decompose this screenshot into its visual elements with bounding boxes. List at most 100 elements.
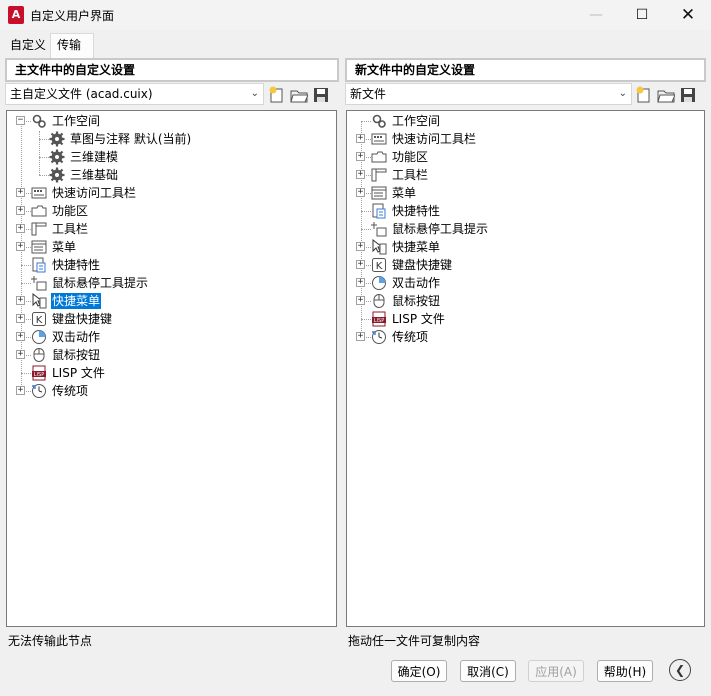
tree-node-workspace[interactable]: 工作空间 — [371, 112, 441, 130]
tree-node-quick-access-toolbar[interactable]: 快速访问工具栏 — [371, 130, 477, 148]
expand-toggle-icon[interactable]: + — [356, 152, 365, 161]
tree-node-gear[interactable]: 三维建模 — [49, 148, 119, 166]
expand-toggle-icon[interactable]: + — [16, 350, 25, 359]
tree-node-lisp-file[interactable]: LISP LISP 文件 — [371, 310, 446, 328]
toolbar-icon — [371, 167, 387, 183]
tree-node-keyboard-shortcut[interactable]: K 键盘快捷键 — [31, 310, 113, 328]
tree-node-label: 传统项 — [392, 330, 429, 344]
tree-node-label: 快速访问工具栏 — [392, 132, 477, 146]
tree-node-label: 快速访问工具栏 — [52, 186, 137, 200]
main-file-select[interactable]: 主自定义文件 (acad.cuix) ⌄ — [5, 83, 264, 105]
new-file-button[interactable] — [634, 85, 654, 105]
workspace-icon — [371, 113, 387, 129]
tree-node-lisp-file[interactable]: LISP LISP 文件 — [31, 364, 106, 382]
open-file-button[interactable] — [289, 85, 309, 105]
save-file-button[interactable] — [311, 85, 331, 105]
expand-toggle-icon[interactable]: + — [16, 332, 25, 341]
expand-toggle-icon[interactable]: + — [356, 332, 365, 341]
tree-node-menu[interactable]: 菜单 — [371, 184, 417, 202]
tree-node-legacy[interactable]: 传统项 — [31, 382, 89, 400]
save-file-button[interactable] — [678, 85, 698, 105]
new-file-tree[interactable]: 工作空间快速访问工具栏 + 功能区 + 工具栏 + 菜单 + 快捷特性鼠标悬停工具提示 快捷菜单 +… — [346, 110, 705, 627]
tab-customize[interactable]: 自定义 — [6, 33, 50, 57]
tree-node-gear[interactable]: 草图与注释 默认(当前) — [49, 130, 192, 148]
close-button[interactable]: ✕ — [665, 0, 711, 30]
tree-node-menu[interactable]: 菜单 — [31, 238, 77, 256]
tree-node-double-click[interactable]: 双击动作 — [31, 328, 101, 346]
expand-toggle-icon[interactable]: + — [356, 278, 365, 287]
expand-toggle-icon[interactable]: + — [356, 260, 365, 269]
expand-toggle-icon[interactable]: + — [356, 188, 365, 197]
tree-node-gear[interactable]: 三维基础 — [49, 166, 119, 184]
tree-node-label: 菜单 — [52, 240, 77, 254]
expand-toggle-icon[interactable]: + — [16, 188, 25, 197]
gear-icon — [49, 167, 65, 183]
tree-node-quick-properties[interactable]: 快捷特性 — [31, 256, 101, 274]
tree-node-toolbar[interactable]: 工具栏 — [31, 220, 89, 238]
new-file-button[interactable] — [267, 85, 287, 105]
rollover-tooltip-icon — [31, 275, 47, 291]
cancel-button[interactable]: 取消(C) — [460, 660, 516, 682]
expand-toggle-icon[interactable]: + — [356, 242, 365, 251]
collapse-toggle-icon[interactable]: − — [16, 116, 25, 125]
tree-connector — [39, 157, 49, 158]
main-file-header: 主文件中的自定义设置 — [5, 58, 339, 82]
svg-text:K: K — [36, 315, 43, 326]
tree-connector — [361, 121, 371, 122]
tree-node-mouse-button[interactable]: 鼠标按钮 — [371, 292, 441, 310]
chevron-down-icon: ⌄ — [250, 88, 259, 99]
shortcut-menu-icon — [31, 293, 47, 309]
tree-node-ribbon[interactable]: 功能区 — [31, 202, 89, 220]
tree-connector — [361, 211, 371, 212]
title-bar: A 自定义用户界面 — ☐ ✕ — [0, 0, 711, 30]
window-title: 自定义用户界面 — [30, 9, 115, 23]
tree-connector — [39, 175, 49, 176]
svg-text:K: K — [376, 261, 383, 272]
new-file-select[interactable]: 新文件 ⌄ — [345, 83, 632, 105]
minimize-button[interactable]: — — [573, 0, 619, 30]
tree-node-rollover-tooltip[interactable]: 鼠标悬停工具提示 — [371, 220, 489, 238]
expand-toggle-icon[interactable]: + — [356, 170, 365, 179]
expand-toggle-icon[interactable]: + — [356, 134, 365, 143]
apply-button[interactable]: 应用(A) — [528, 660, 584, 682]
expand-toggle-icon[interactable]: + — [16, 296, 25, 305]
expand-toggle-icon[interactable]: + — [16, 386, 25, 395]
tree-node-label: 菜单 — [392, 186, 417, 200]
tree-node-ribbon[interactable]: 功能区 — [371, 148, 429, 166]
legacy-icon — [31, 383, 47, 399]
rollover-tooltip-icon — [371, 221, 387, 237]
tree-node-label: 鼠标悬停工具提示 — [52, 276, 149, 290]
tab-transfer[interactable]: 传输 — [50, 33, 94, 58]
tree-node-shortcut-menu[interactable]: 快捷菜单 — [31, 292, 102, 310]
tree-node-quick-access-toolbar[interactable]: 快速访问工具栏 — [31, 184, 137, 202]
tree-node-double-click[interactable]: 双击动作 — [371, 274, 441, 292]
tree-node-label: 工作空间 — [52, 114, 101, 128]
ok-button[interactable]: 确定(O) — [391, 660, 447, 682]
maximize-button[interactable]: ☐ — [619, 0, 665, 30]
tree-node-toolbar[interactable]: 工具栏 — [371, 166, 429, 184]
tree-node-legacy[interactable]: 传统项 — [371, 328, 429, 346]
tree-node-shortcut-menu[interactable]: 快捷菜单 — [371, 238, 441, 256]
expand-toggle-icon[interactable]: + — [356, 296, 365, 305]
main-file-tree[interactable]: 工作空间 − 草图与注释 默认(当前) 三维建模 三维基础快速访问工具栏 + 功能区 + 工具栏… — [6, 110, 337, 627]
open-file-button[interactable] — [656, 85, 676, 105]
expand-toggle-icon[interactable]: + — [16, 314, 25, 323]
tree-node-rollover-tooltip[interactable]: 鼠标悬停工具提示 — [31, 274, 149, 292]
double-click-icon — [371, 275, 387, 291]
mouse-button-icon — [31, 347, 47, 363]
tree-node-workspace[interactable]: 工作空间 — [31, 112, 101, 130]
tree-node-mouse-button[interactable]: 鼠标按钮 — [31, 346, 101, 364]
tree-connector — [39, 139, 49, 140]
expand-toggle-icon[interactable]: + — [16, 242, 25, 251]
collapse-arrow-button[interactable]: ❮ — [669, 659, 691, 681]
main-file-panel: 主文件中的自定义设置 主自定义文件 (acad.cuix) ⌄ — [5, 58, 339, 107]
tree-node-label: 工具栏 — [392, 168, 429, 182]
tree-node-quick-properties[interactable]: 快捷特性 — [371, 202, 441, 220]
help-button[interactable]: 帮助(H) — [597, 660, 653, 682]
expand-toggle-icon[interactable]: + — [16, 224, 25, 233]
tree-node-keyboard-shortcut[interactable]: K 键盘快捷键 — [371, 256, 453, 274]
tree-node-label: 鼠标按钮 — [52, 348, 101, 362]
tree-node-label: 快捷特性 — [392, 204, 441, 218]
expand-toggle-icon[interactable]: + — [16, 206, 25, 215]
quick-properties-icon — [31, 257, 47, 273]
